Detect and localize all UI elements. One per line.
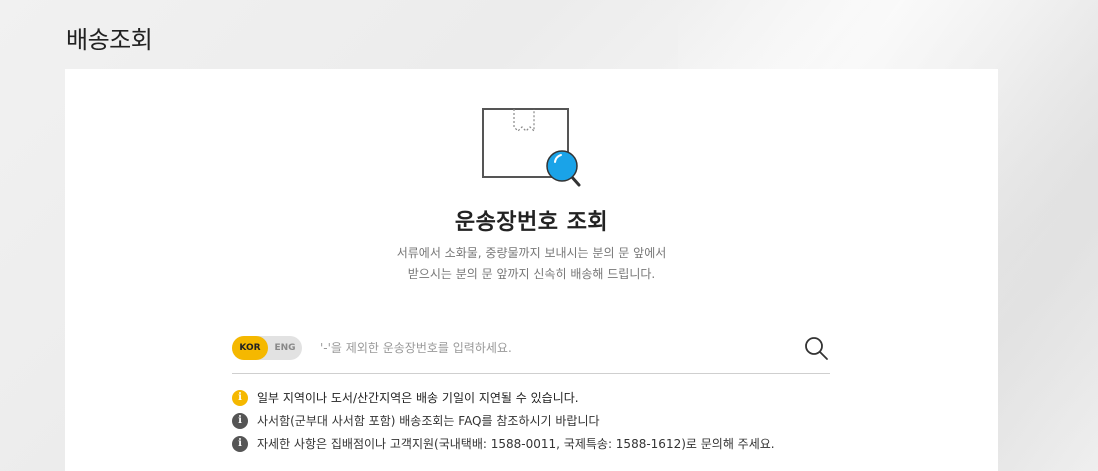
info-icon: i <box>232 412 248 429</box>
description-line: 서류에서 소화물, 중량물까지 보내시는 분의 문 앞에서 <box>396 246 667 260</box>
tracking-search-bar: KOR ENG <box>232 330 830 374</box>
notice-text: 사서함(군부대 사서함 포함) 배송조회는 FAQ를 참조하시기 바랍니다 <box>257 414 600 428</box>
description-line: 받으시는 분의 문 앞까지 신속히 배송해 드립니다. <box>407 267 656 281</box>
language-toggle[interactable]: KOR ENG <box>232 336 302 360</box>
lang-kor-option[interactable]: KOR <box>232 336 268 360</box>
lang-eng-option[interactable]: ENG <box>268 336 302 360</box>
search-icon <box>805 337 828 360</box>
tracking-card: 운송장번호 조회 서류에서 소화물, 중량물까지 보내시는 분의 문 앞에서 받… <box>65 69 998 471</box>
notice-list: i 일부 지역이나 도서/산간지역은 배송 기일이 지연될 수 있습니다. i … <box>232 386 872 455</box>
notice-text: 자세한 사항은 집배점이나 고객지원(국내택배: 1588-0011, 국제특송… <box>257 437 775 451</box>
notice-text: 일부 지역이나 도서/산간지역은 배송 기일이 지연될 수 있습니다. <box>257 391 579 405</box>
tracking-number-input[interactable] <box>320 336 780 360</box>
page-title: 배송조회 <box>66 26 153 54</box>
box-with-magnifier-icon <box>482 108 581 187</box>
tracking-description: 서류에서 소화물, 중량물까지 보내시는 분의 문 앞에서 받으시는 분의 문 … <box>65 243 998 285</box>
tracking-heading: 운송장번호 조회 <box>454 210 609 235</box>
info-icon: i <box>232 435 248 452</box>
notice-item: i 자세한 사항은 집배점이나 고객지원(국내택배: 1588-0011, 국제… <box>232 432 872 455</box>
notice-item: i 사서함(군부대 사서함 포함) 배송조회는 FAQ를 참조하시기 바랍니다 <box>232 409 872 432</box>
warning-icon: i <box>232 389 248 406</box>
notice-item: i 일부 지역이나 도서/산간지역은 배송 기일이 지연될 수 있습니다. <box>232 386 872 409</box>
search-button[interactable] <box>802 334 830 362</box>
